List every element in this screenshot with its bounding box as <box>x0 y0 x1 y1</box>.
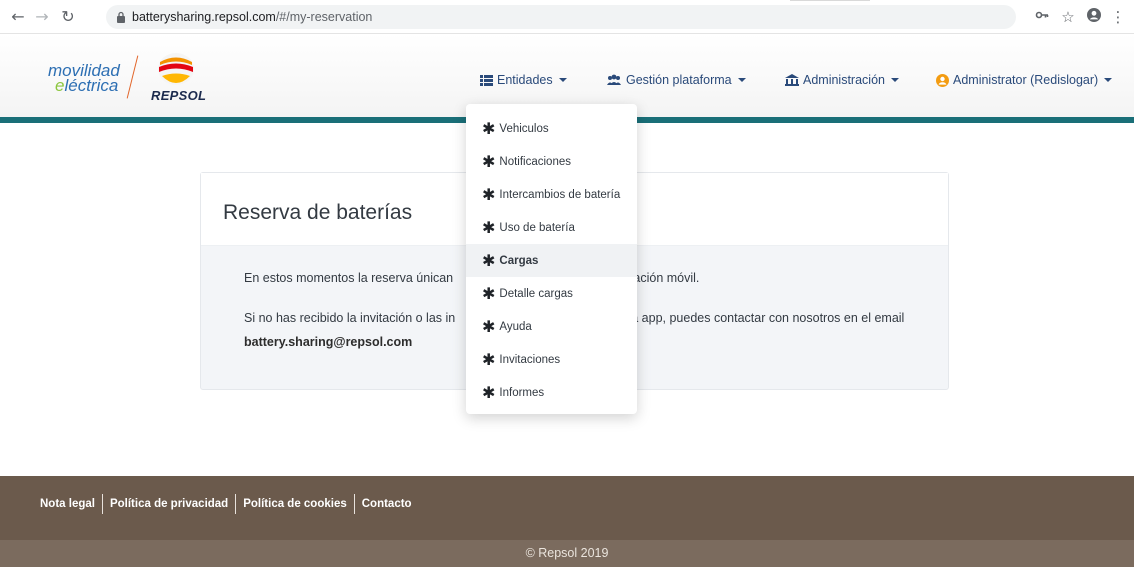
user-circle-icon <box>936 73 949 87</box>
url-path: /#/my-reservation <box>275 10 373 24</box>
menu-item-label: Informes <box>499 386 545 399</box>
menu-item-label: Notificaciones <box>499 155 571 168</box>
browser-menu-icon[interactable]: ⋮ <box>1108 7 1128 27</box>
asterisk-icon: ✱ <box>482 184 496 204</box>
bank-icon <box>785 74 799 86</box>
menu-item-vehiculos[interactable]: ✱ Vehiculos <box>466 112 637 145</box>
nav-administracion[interactable]: Administración <box>785 70 899 90</box>
asterisk-icon: ✱ <box>482 118 496 138</box>
menu-item-label: Intercambios de batería <box>499 188 621 201</box>
asterisk-icon: ✱ <box>482 349 496 369</box>
copyright-text: © Repsol 2019 <box>525 546 609 560</box>
browser-toolbar: ← → ↻ batterysharing.repsol.com/#/my-res… <box>0 0 1134 34</box>
repsol-logo[interactable]: REPSOL <box>150 52 210 104</box>
contact-email[interactable]: battery.sharing@repsol.com <box>244 335 412 349</box>
movilidad-electrica-logo[interactable]: movilidad eléctrica <box>48 62 120 95</box>
logo-line-2: eléctrica <box>48 76 120 95</box>
back-arrow-icon[interactable]: ← <box>8 7 28 27</box>
menu-item-label: Detalle cargas <box>499 287 573 300</box>
footer-link-nota-legal[interactable]: Nota legal <box>40 498 95 510</box>
menu-item-label: Ayuda <box>499 320 532 333</box>
nav-user-label: Administrator (Redislogar) <box>953 73 1099 87</box>
menu-item-detalle-cargas[interactable]: ✱ Detalle cargas <box>466 277 637 310</box>
repsol-emblem-icon <box>158 53 194 85</box>
footer-link-contacto[interactable]: Contacto <box>362 498 412 510</box>
caret-down-icon <box>558 78 567 82</box>
url-host: batterysharing.repsol.com <box>132 10 276 24</box>
key-icon[interactable] <box>1032 7 1052 27</box>
repsol-wordmark: REPSOL <box>151 88 207 103</box>
page-title: Reserva de baterías <box>223 201 413 224</box>
copyright-bar: © Repsol 2019 <box>0 540 1134 567</box>
lock-icon <box>117 11 125 23</box>
footer-divider <box>353 494 355 514</box>
caret-down-icon <box>890 78 899 82</box>
url-text: batterysharing.repsol.com/#/my-reservati… <box>132 5 372 29</box>
menu-item-intercambios-bateria[interactable]: ✱ Intercambios de batería <box>466 178 637 211</box>
table-list-icon <box>480 74 493 86</box>
footer-divider <box>101 494 103 514</box>
caret-down-icon <box>1104 78 1113 82</box>
asterisk-icon: ✱ <box>482 316 496 336</box>
menu-item-notificaciones[interactable]: ✱ Notificaciones <box>466 145 637 178</box>
site-footer: Nota legal Política de privacidad Políti… <box>0 476 1134 540</box>
nav-gestion-label: Gestión plataforma <box>626 73 732 87</box>
menu-item-ayuda[interactable]: ✱ Ayuda <box>466 310 637 343</box>
p1-end: cación móvil. <box>627 271 700 285</box>
menu-item-label: Cargas <box>499 254 539 267</box>
nav-entidades[interactable]: Entidades <box>480 70 567 90</box>
menu-item-informes[interactable]: ✱ Informes <box>466 376 637 409</box>
logo-divider <box>126 55 139 99</box>
asterisk-icon: ✱ <box>482 382 496 402</box>
menu-item-invitaciones[interactable]: ✱ Invitaciones <box>466 343 637 376</box>
footer-link-cookies[interactable]: Política de cookies <box>243 498 347 510</box>
footer-link-privacidad[interactable]: Política de privacidad <box>110 498 228 510</box>
nav-user-menu[interactable]: Administrator (Redislogar) <box>936 70 1113 90</box>
menu-item-label: Invitaciones <box>499 353 561 366</box>
forward-arrow-icon[interactable]: → <box>32 7 52 27</box>
p2-end: a app, puedes contactar con nosotros en … <box>631 311 905 325</box>
p1-start: En estos momentos la reserva únican <box>244 271 454 285</box>
asterisk-icon: ✱ <box>482 283 496 303</box>
address-bar[interactable]: batterysharing.repsol.com/#/my-reservati… <box>106 5 1016 29</box>
menu-item-label: Uso de batería <box>499 221 575 234</box>
menu-item-uso-bateria[interactable]: ✱ Uso de batería <box>466 211 637 244</box>
entidades-dropdown-menu: ✱ Vehiculos ✱ Notificaciones ✱ Intercambios… <box>466 104 637 414</box>
users-icon <box>607 74 621 85</box>
nav-entidades-label: Entidades <box>497 73 553 87</box>
footer-links: Nota legal Política de privacidad Políti… <box>40 494 412 514</box>
menu-item-cargas[interactable]: ✱ Cargas <box>466 244 637 277</box>
footer-divider <box>235 494 237 514</box>
nav-administracion-label: Administración <box>803 73 885 87</box>
page-root: ← → ↻ batterysharing.repsol.com/#/my-res… <box>0 0 1134 567</box>
p2-start: Si no has recibido la invitación o las i… <box>244 311 456 325</box>
asterisk-icon: ✱ <box>482 217 496 237</box>
caret-down-icon <box>737 78 746 82</box>
logo-line-2-rest: léctrica <box>64 76 119 95</box>
nav-gestion-plataforma[interactable]: Gestión plataforma <box>606 70 746 90</box>
asterisk-icon: ✱ <box>482 250 496 270</box>
profile-icon[interactable] <box>1084 7 1104 27</box>
asterisk-icon: ✱ <box>482 151 496 171</box>
star-bookmark-icon[interactable]: ☆ <box>1058 7 1078 27</box>
menu-item-label: Vehiculos <box>499 122 549 135</box>
reload-icon[interactable]: ↻ <box>58 7 78 27</box>
